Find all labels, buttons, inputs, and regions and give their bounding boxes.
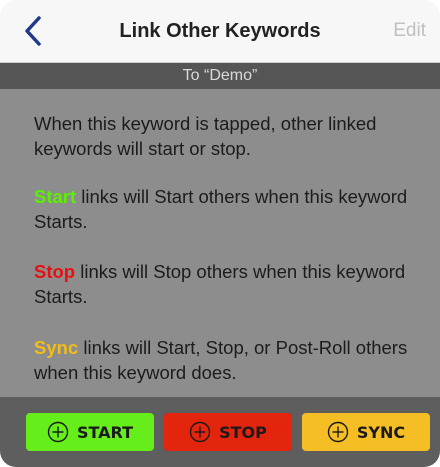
- start-keyword-label: Start: [34, 186, 77, 207]
- description-area: When this keyword is tapped, other linke…: [0, 89, 440, 397]
- add-sync-link-button[interactable]: SYNC: [302, 413, 430, 451]
- sync-description: Sync links will Start, Stop, or Post-Rol…: [34, 335, 430, 385]
- add-stop-link-button[interactable]: STOP: [164, 413, 292, 451]
- start-description: Start links will Start others when this …: [34, 184, 430, 234]
- page-title: Link Other Keywords: [119, 19, 321, 42]
- stop-keyword-label: Stop: [34, 261, 76, 282]
- stop-description-text: links will Stop others when this keyword…: [34, 261, 406, 307]
- edit-button[interactable]: Edit: [393, 0, 426, 62]
- link-keywords-panel: Link Other Keywords Edit To “Demo” When …: [0, 0, 440, 467]
- plus-circle-icon: [189, 421, 211, 443]
- link-toolbar: START STOP SYNC: [0, 397, 440, 467]
- target-keyword-header: To “Demo”: [0, 63, 440, 89]
- plus-circle-icon: [327, 421, 349, 443]
- start-description-text: links will Start others when this keywor…: [34, 186, 408, 232]
- stop-button-label: STOP: [219, 422, 267, 442]
- back-button[interactable]: [18, 14, 48, 48]
- start-button-label: START: [76, 422, 134, 442]
- stop-description: Stop links will Stop others when this ke…: [34, 259, 430, 309]
- chevron-left-icon: [25, 16, 41, 46]
- plus-circle-icon: [47, 421, 69, 443]
- sync-keyword-label: Sync: [34, 337, 79, 358]
- add-start-link-button[interactable]: START: [26, 413, 154, 451]
- navigation-bar: Link Other Keywords Edit: [0, 0, 440, 63]
- sync-button-label: SYNC: [356, 422, 406, 442]
- intro-text: When this keyword is tapped, other linke…: [34, 113, 377, 159]
- sync-description-text: links will Start, Stop, or Post-Roll oth…: [34, 337, 408, 383]
